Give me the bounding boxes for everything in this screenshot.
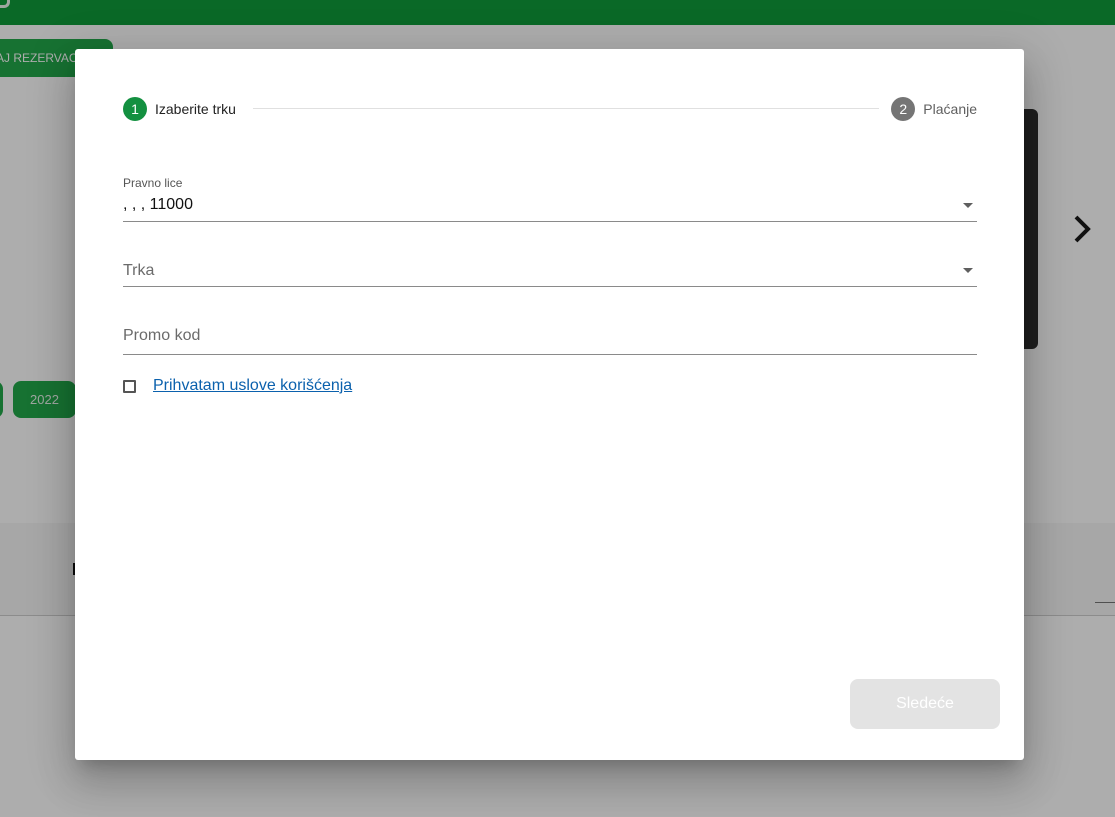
field-underline [123,354,977,355]
step-number-icon: 1 [123,97,147,121]
legal-entity-value: , , , 11000 [123,196,193,213]
field-underline [123,221,977,222]
step-label: Plaćanje [923,101,977,117]
field-underline [123,286,977,287]
race-placeholder: Trka [123,262,155,279]
race-select[interactable]: Trka [123,255,977,287]
arrow-drop-down-icon[interactable] [963,203,973,208]
step-select-race[interactable]: 1 Izaberite trku [123,97,236,121]
stepper: 1 Izaberite trku 2 Plaćanje [123,97,977,121]
step-payment[interactable]: 2 Plaćanje [891,97,977,121]
step-connector [253,108,879,109]
step-label: Izaberite trku [155,101,236,117]
legal-entity-select[interactable]: Pravno lice , , , 11000 [123,176,977,222]
step-number-icon: 2 [891,97,916,121]
terms-link[interactable]: Prihvatam uslove korišćenja [153,377,352,395]
promo-code-placeholder: Promo kod [123,327,201,344]
legal-entity-label: Pravno lice [123,176,183,190]
promo-code-input[interactable]: Promo kod [123,321,977,355]
next-button[interactable]: Sledeće [850,679,1000,729]
reservation-dialog: 1 Izaberite trku 2 Plaćanje Pravno lice … [75,49,1024,760]
terms-checkbox[interactable] [123,379,136,393]
terms-row: Prihvatam uslove korišćenja [123,375,352,397]
arrow-drop-down-icon[interactable] [963,268,973,273]
